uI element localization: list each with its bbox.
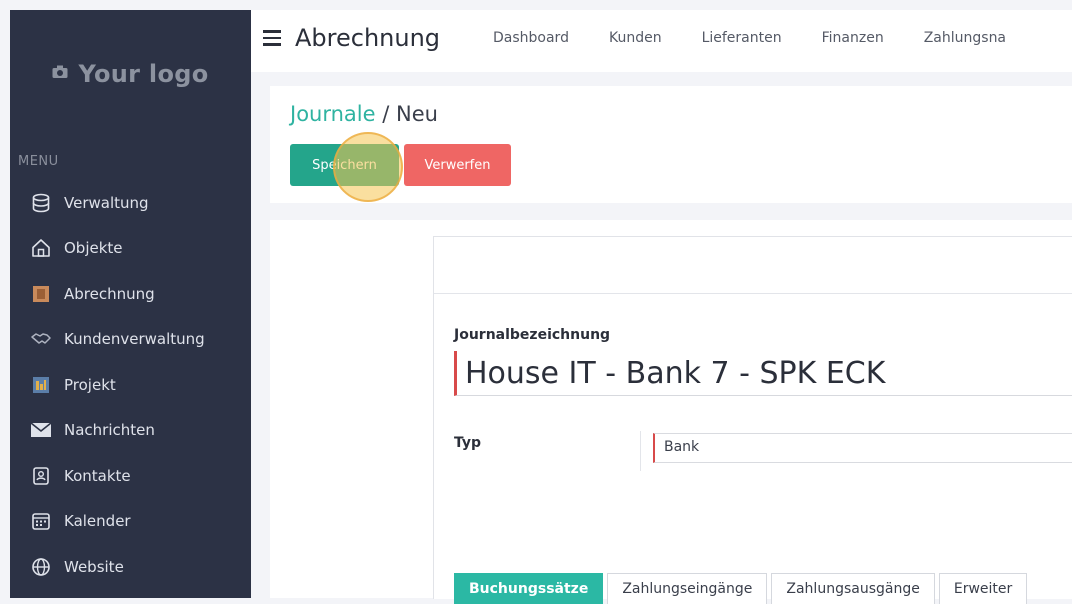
breadcrumb: Journale / Neu (290, 102, 438, 126)
notebook-tabs: Buchungssätze Zahlungseingänge Zahlungsa… (454, 573, 1031, 604)
invoice-icon (30, 283, 52, 305)
breadcrumb-separator: / (375, 102, 396, 126)
tab-zahlungsausgaenge[interactable]: Zahlungsausgänge (771, 573, 935, 604)
contact-card-icon (30, 465, 52, 487)
hamburger-menu-icon[interactable] (263, 30, 281, 46)
control-panel: Journale / Neu Speichern Verwerfen (270, 86, 1072, 203)
sidebar-item-label: Verwaltung (64, 193, 149, 212)
sidebar: Your logo MENU Verwaltung Objekte Abrech… (10, 10, 251, 598)
sidebar-item-label: Kalender (64, 512, 131, 531)
save-button[interactable]: Speichern (290, 144, 399, 186)
sidebar-item-label: Kontakte (64, 466, 131, 485)
sidebar-item-label: Website (64, 557, 124, 576)
camera-icon (52, 65, 68, 78)
breadcrumb-current: Neu (396, 102, 438, 126)
tab-zahlungseingaenge[interactable]: Zahlungseingänge (607, 573, 768, 604)
topnav-finanzen[interactable]: Finanzen (822, 30, 884, 46)
app-title: Abrechnung (295, 24, 441, 52)
sidebar-item-label: Nachrichten (64, 421, 155, 440)
calendar-icon (30, 510, 52, 532)
sidebar-item-objekte[interactable]: Objekte (10, 226, 251, 272)
logo-text: Your logo (78, 60, 209, 88)
topnav-zahlungsnachweise[interactable]: Zahlungsna (924, 30, 1006, 46)
form-sheet: Journalbezeichnung Typ Bank Buchungssätz… (433, 236, 1072, 604)
top-bar: Abrechnung Dashboard Kunden Lieferanten … (251, 10, 1072, 72)
type-label: Typ (454, 435, 482, 451)
type-select-value: Bank (664, 439, 700, 455)
sidebar-item-kalender[interactable]: Kalender (10, 499, 251, 545)
database-icon (30, 192, 52, 214)
top-nav: Dashboard Kunden Lieferanten Finanzen Za… (493, 30, 1046, 46)
sidebar-item-nachrichten[interactable]: Nachrichten (10, 408, 251, 454)
sidebar-item-abrechnung[interactable]: Abrechnung (10, 271, 251, 317)
sidebar-item-label: Objekte (64, 239, 123, 258)
journal-name-label: Journalbezeichnung (454, 327, 611, 343)
breadcrumb-journale-link[interactable]: Journale (290, 102, 376, 126)
sidebar-nav: Verwaltung Objekte Abrechnung Kundenverw… (10, 180, 251, 590)
project-icon (30, 374, 52, 396)
discard-button[interactable]: Verwerfen (404, 144, 511, 186)
journal-name-input[interactable] (457, 351, 1072, 395)
sidebar-item-kundenverwaltung[interactable]: Kundenverwaltung (10, 317, 251, 363)
sidebar-item-label: Projekt (64, 375, 116, 394)
sidebar-item-kontakte[interactable]: Kontakte (10, 453, 251, 499)
envelope-icon (30, 419, 52, 441)
logo: Your logo (10, 60, 251, 88)
handshake-icon (30, 328, 52, 350)
sidebar-item-label: Kundenverwaltung (64, 330, 205, 349)
form-header (434, 237, 1072, 294)
type-select[interactable]: Bank (653, 433, 1072, 463)
sidebar-item-label: Abrechnung (64, 284, 155, 303)
sidebar-item-verwaltung[interactable]: Verwaltung (10, 180, 251, 226)
menu-heading: MENU (18, 154, 59, 169)
tab-erweitert[interactable]: Erweiter (938, 573, 1028, 604)
sidebar-item-projekt[interactable]: Projekt (10, 362, 251, 408)
globe-icon (30, 556, 52, 578)
form-view: Journalbezeichnung Typ Bank Buchungssätz… (270, 220, 1072, 604)
journal-name-field[interactable] (454, 351, 1072, 396)
house-icon (30, 237, 52, 259)
topnav-lieferanten[interactable]: Lieferanten (702, 30, 782, 46)
field-divider (640, 431, 641, 471)
sidebar-item-website[interactable]: Website (10, 544, 251, 590)
topnav-kunden[interactable]: Kunden (609, 30, 662, 46)
topnav-dashboard[interactable]: Dashboard (493, 30, 569, 46)
tab-buchungssaetze[interactable]: Buchungssätze (454, 573, 604, 604)
